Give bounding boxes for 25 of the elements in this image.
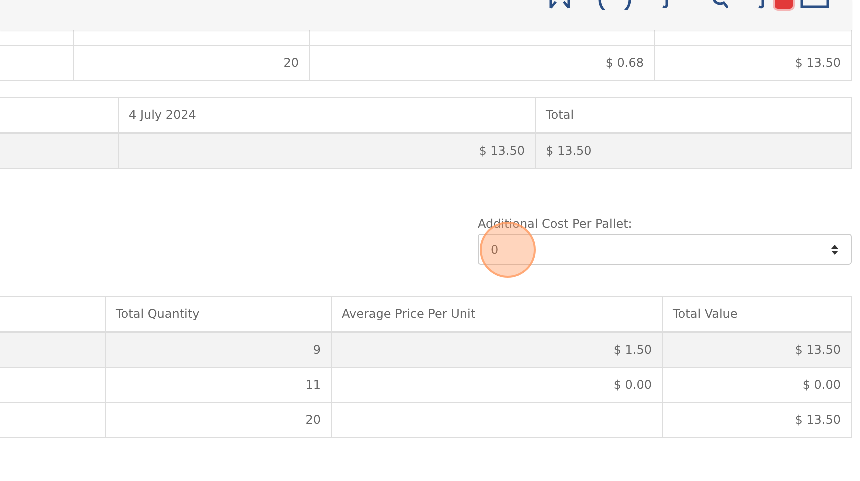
table-cell: $ 0.00 (662, 368, 851, 402)
table-cell: $ 0.00 (331, 368, 662, 402)
bookmark-icon[interactable] (548, 0, 572, 10)
table-cell: $ 13.50 (662, 333, 851, 367)
table-cell: 20 (105, 403, 331, 437)
notification-badge (775, 0, 793, 9)
column-header: Average Price Per Unit (331, 297, 662, 331)
column-header: Total (535, 98, 851, 132)
table-cell: $ 13.50 (535, 134, 851, 168)
column-header: Total Value (662, 297, 851, 331)
column-header: Total Quantity (105, 297, 331, 331)
pin-icon[interactable] (757, 0, 767, 10)
table-cell: $ 1.50 (331, 333, 662, 367)
table-cell: 9 (105, 333, 331, 367)
table-cell: $ 13.50 (654, 46, 851, 80)
mail-icon[interactable] (800, 0, 830, 9)
table-cell: 11 (105, 368, 331, 402)
spinner-icon[interactable] (831, 244, 839, 256)
table-cell: $ 0.68 (309, 46, 654, 80)
number-input[interactable]: 0 (478, 234, 852, 265)
search-icon[interactable] (712, 0, 728, 10)
table-cell: $ 13.50 (662, 403, 851, 437)
table-cell: 20 (73, 46, 309, 80)
table-cell: $ 13.50 (118, 134, 535, 168)
column-header: 4 July 2024 (118, 98, 535, 132)
